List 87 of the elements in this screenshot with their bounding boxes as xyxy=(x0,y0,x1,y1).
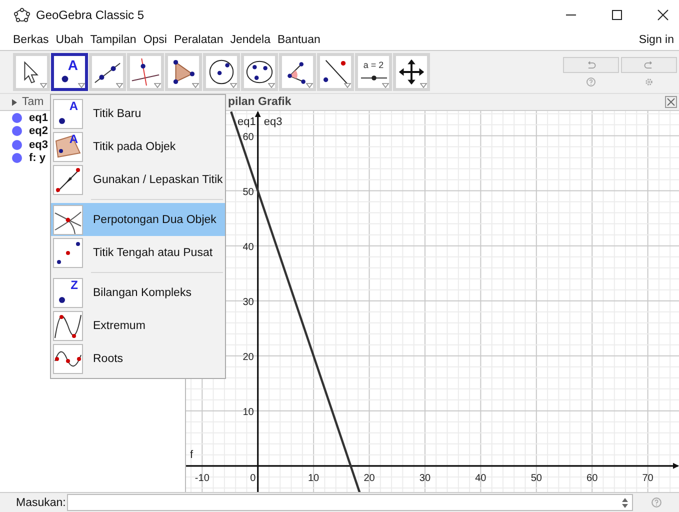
axis-tick-label: -10 xyxy=(194,472,210,484)
menu-item[interactable]: Tampilan xyxy=(89,34,138,46)
close-icon[interactable] xyxy=(657,9,669,21)
input-label: Masukan: xyxy=(16,496,66,508)
dropdown-triangle-icon[interactable] xyxy=(116,83,123,88)
dropdown-triangle-icon[interactable] xyxy=(306,83,313,88)
axis-tick-label: 40 xyxy=(475,472,486,484)
pane-title: Tam xyxy=(22,96,44,108)
axis-tick-label: 10 xyxy=(308,472,320,484)
tool-menu-item[interactable]: Titik Tengah atau Pusat xyxy=(51,236,225,269)
icon-text: a = 2 xyxy=(362,60,385,70)
tool-menu-item[interactable]: A Titik pada Objek xyxy=(51,130,225,163)
tool-button[interactable]: A xyxy=(51,53,88,91)
algebra-item[interactable]: eq1 xyxy=(29,112,48,124)
tool-button[interactable] xyxy=(393,53,430,91)
axis-tick-label: 60 xyxy=(242,132,254,143)
tool-button[interactable] xyxy=(317,53,354,91)
object-label: eq1 xyxy=(238,116,256,128)
menu-item[interactable]: Bantuan xyxy=(276,34,322,46)
tool-menu-item[interactable]: Extremum xyxy=(51,309,225,342)
undo-icon xyxy=(585,60,597,70)
maximize-icon[interactable] xyxy=(611,9,623,21)
point-icon xyxy=(58,116,66,124)
icon-text: A xyxy=(68,57,78,73)
sign-in-link[interactable]: Sign in xyxy=(638,34,675,46)
visibility-dot[interactable] xyxy=(12,140,22,150)
visibility-dot[interactable] xyxy=(12,126,22,136)
input-field[interactable] xyxy=(66,494,633,511)
tool-button[interactable]: a = 2 xyxy=(355,53,392,91)
tool-button[interactable] xyxy=(279,53,316,91)
spinner-arrows-icon[interactable] xyxy=(622,498,628,508)
dropdown-triangle-icon[interactable] xyxy=(344,83,351,88)
pane-title: pilan Grafik xyxy=(228,96,292,108)
visibility-dot[interactable] xyxy=(12,112,22,123)
tool-button[interactable] xyxy=(165,53,202,91)
icon-text: A xyxy=(69,132,78,146)
dropdown-triangle-icon[interactable] xyxy=(154,83,161,88)
tool-button[interactable] xyxy=(203,53,240,91)
menu-item[interactable]: Opsi xyxy=(142,34,168,46)
menu-item[interactable]: Peralatan xyxy=(172,34,224,46)
tool-button[interactable] xyxy=(241,53,278,91)
perpendicular-line-icon xyxy=(130,56,161,88)
function-line[interactable] xyxy=(230,111,361,492)
dropdown-triangle-icon[interactable] xyxy=(78,83,85,88)
expand-arrow-icon[interactable] xyxy=(12,98,17,106)
object-label: f xyxy=(190,448,194,461)
axis-tick-label: 30 xyxy=(419,472,431,484)
redo-icon xyxy=(643,60,655,70)
menu-item[interactable]: Jendela xyxy=(229,34,272,46)
dropdown-triangle-icon[interactable] xyxy=(40,83,47,88)
axis-tick-label: 0 xyxy=(250,472,256,484)
dropdown-triangle-icon[interactable] xyxy=(382,83,389,88)
axis-tick-label: 70 xyxy=(642,472,654,484)
tool-menu-item[interactable]: Perpotongan Dua Objek xyxy=(51,203,225,236)
tool-menu-item[interactable]: Roots xyxy=(51,342,225,375)
dropdown-triangle-icon[interactable] xyxy=(192,83,199,88)
tool-menu-item[interactable]: A Titik Baru xyxy=(51,97,225,130)
app-logo-icon xyxy=(14,7,30,23)
axis-tick-label: 30 xyxy=(242,296,254,308)
menu-item[interactable]: Ubah xyxy=(54,34,84,46)
tool-menu-item[interactable]: Z Bilangan Kompleks xyxy=(51,276,225,309)
icon-text: A xyxy=(69,98,78,112)
dropdown-triangle-icon[interactable] xyxy=(268,83,275,88)
axis-tick-label: 10 xyxy=(242,406,254,418)
axis-tick-label: 50 xyxy=(242,186,254,198)
visibility-dot[interactable] xyxy=(12,153,22,164)
tool-menu-item[interactable]: Gunakan / Lepaskan Titik xyxy=(51,163,225,196)
window-title: GeoGebra Classic 5 xyxy=(36,8,144,22)
icon-text: Z xyxy=(70,278,78,292)
object-label: eq3 xyxy=(264,116,282,128)
dropdown-triangle-icon[interactable] xyxy=(420,83,427,88)
algebra-item[interactable]: eq3 xyxy=(29,138,48,151)
algebra-item[interactable]: eq2 xyxy=(29,125,48,138)
dropdown-triangle-icon[interactable] xyxy=(230,83,237,88)
tool-button[interactable] xyxy=(13,53,50,91)
axis-tick-label: 50 xyxy=(530,472,542,484)
axis-tick-label: 20 xyxy=(242,352,254,363)
axis-tick-label: 20 xyxy=(364,472,375,484)
menu-item[interactable]: Berkas xyxy=(12,34,50,46)
complex-point-icon xyxy=(58,296,66,304)
axis-tick-label: 60 xyxy=(586,472,598,484)
axis-tick-label: 40 xyxy=(242,242,254,253)
algebra-item[interactable]: f: y xyxy=(29,152,46,164)
point-icon xyxy=(61,75,69,83)
slider-icon xyxy=(361,75,387,81)
tool-button[interactable] xyxy=(89,53,126,91)
tool-button[interactable] xyxy=(127,53,164,91)
